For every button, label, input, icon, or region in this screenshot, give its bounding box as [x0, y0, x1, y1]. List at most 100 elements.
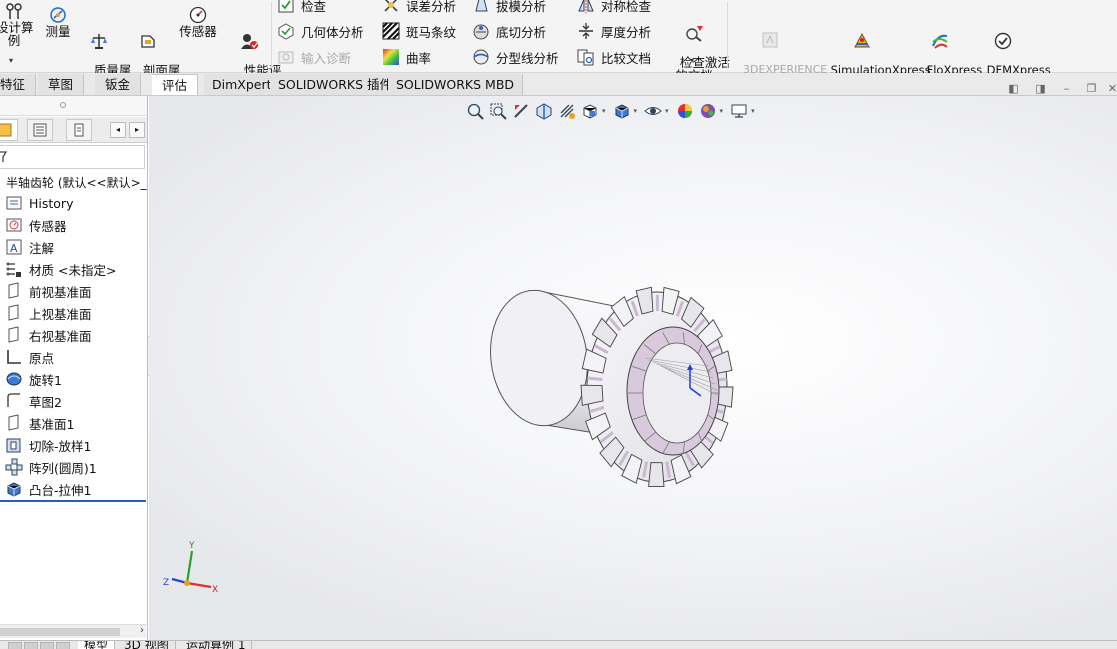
feature-tree-item[interactable]: 材质 <未指定> — [5, 258, 116, 280]
sensor-button[interactable]: 传感器 — [176, 6, 220, 38]
feature-tree-item[interactable]: History — [5, 192, 73, 214]
configuration-manager-tab[interactable] — [66, 119, 92, 141]
plane-icon — [8, 414, 19, 431]
feature-tree-item[interactable]: A 注解 — [5, 236, 54, 258]
bottom-tab-model[interactable]: 模型 — [78, 641, 116, 649]
curvature-icon — [383, 49, 399, 65]
plane-icon — [8, 326, 19, 343]
horizontal-scrollbar[interactable]: › — [0, 624, 146, 638]
parting-line-analysis-icon — [473, 49, 489, 65]
zebra-stripes-button[interactable]: 斑马条纹 — [382, 20, 456, 42]
feature-tree-item-label: 前视基准面 — [29, 284, 92, 300]
symmetry-check-button[interactable]: 对称检查 — [577, 0, 651, 16]
deviation-analysis-icon — [384, 0, 398, 12]
feature-tree-item[interactable]: 草图2 — [5, 390, 62, 412]
gear-part-model[interactable]: Y X Z — [149, 96, 1117, 640]
triad-x-label: X — [212, 585, 218, 595]
deviation-analysis-button[interactable]: 误差分析 — [382, 0, 456, 16]
curvature-label: 曲率 — [406, 50, 432, 66]
property-manager-tab[interactable] — [27, 119, 53, 141]
feature-tree-item-label: 注解 — [29, 240, 55, 256]
minimize-icon[interactable]: – — [1060, 82, 1073, 95]
geometry-analysis-button[interactable]: 几何体分析 — [277, 20, 364, 42]
feature-tree-item[interactable]: 右视基准面 — [5, 324, 92, 346]
undercut-analysis-button[interactable]: 底切分析 — [472, 20, 546, 42]
tab-sheet-metal[interactable]: 钣金 — [95, 74, 142, 95]
draft-analysis-button[interactable]: 拔模分析 — [472, 0, 546, 16]
circular-pattern-icon — [5, 458, 23, 476]
feature-tree-item[interactable]: 凸台-拉伸1 — [5, 478, 91, 500]
tab-evaluate[interactable]: 评估 — [152, 74, 199, 95]
feature-filter-input[interactable] — [0, 145, 145, 169]
check-activate-doc-icon — [686, 26, 703, 42]
rollback-bar[interactable] — [0, 500, 146, 502]
feature-tree-item-label: 材质 <未指定> — [29, 262, 117, 278]
check-button[interactable]: 检查 — [277, 0, 326, 16]
feature-tree-item-label: 原点 — [29, 350, 55, 366]
restore-icon[interactable]: ❐ — [1085, 82, 1098, 95]
measure-button[interactable]: 测量 — [40, 6, 76, 38]
feature-tree-item[interactable]: 基准面1 — [5, 412, 74, 434]
graphics-viewport[interactable]: ▾ ▾ ▾ ▾ ▾ Y X Z — [149, 96, 1117, 640]
design-calc-label: 设计算 例 — [0, 20, 34, 48]
feature-tree-item-label: 传感器 — [29, 218, 67, 234]
simulationxpress-icon — [854, 32, 870, 48]
boss-extrude-icon — [7, 482, 21, 497]
tab-solidworks-addins[interactable]: SOLIDWORKS 插件 — [270, 74, 402, 95]
cut-loft-icon — [6, 438, 21, 453]
tile-right-icon[interactable]: ◨ — [1034, 82, 1047, 95]
bottom-tab-motion-study[interactable]: 运动算例 1 — [180, 641, 253, 649]
part-root-node[interactable]: 半轴齿轮 (默认<<默认>_ — [6, 174, 147, 191]
plane-icon — [8, 282, 19, 299]
parting-line-analysis-button[interactable]: 分型线分析 — [472, 46, 559, 68]
section-props-icon — [141, 35, 155, 48]
undercut-analysis-label: 底切分析 — [496, 24, 547, 40]
feature-tree-item[interactable]: 阵列(圆周)1 — [5, 456, 97, 478]
thickness-analysis-button[interactable]: 厚度分析 — [577, 20, 651, 42]
tab-features[interactable]: 特征 — [0, 74, 37, 95]
history-icon — [6, 196, 22, 210]
property-manager-icon — [33, 123, 47, 137]
view-triad[interactable]: Y X Z — [163, 541, 218, 595]
first-tab-nav-icon[interactable] — [8, 642, 22, 649]
sensor-icon — [189, 6, 207, 24]
bottom-tab-3d-views[interactable]: 3D 视图 — [118, 641, 176, 649]
annotation-icon: A — [6, 239, 22, 255]
bottom-tab-bar: 模型 3D 视图 运动算例 1 — [0, 640, 1117, 649]
feature-tree-item[interactable]: 传感器 — [5, 214, 67, 236]
floxpress-icon — [932, 34, 948, 49]
tab-scroll-right-icon[interactable]: ▸ — [129, 122, 145, 138]
tab-solidworks-mbd[interactable]: SOLIDWORKS MBD — [388, 74, 524, 95]
next-tab-nav-icon[interactable] — [40, 642, 54, 649]
import-diagnosis-button[interactable]: 输入诊断 — [277, 46, 351, 68]
parting-line-analysis-label: 分型线分析 — [496, 50, 559, 66]
design-calc-button[interactable]: 设计算 例 — [0, 2, 34, 48]
tile-left-icon[interactable]: ◧ — [1007, 82, 1020, 95]
feature-tree-item[interactable]: 前视基准面 — [5, 280, 92, 302]
prev-tab-nav-icon[interactable] — [24, 642, 38, 649]
check-activate-dropdown-icon[interactable]: ▾ — [690, 56, 694, 65]
feature-tree-item[interactable]: 切除-放样1 — [5, 434, 91, 456]
deviation-analysis-label: 误差分析 — [406, 0, 457, 14]
tab-scroll-left-icon[interactable]: ◂ — [110, 122, 126, 138]
feature-tree-item[interactable]: 原点 — [5, 346, 54, 368]
feature-tree-item-label: History — [29, 195, 74, 211]
symmetry-check-label: 对称检查 — [601, 0, 652, 14]
close-icon[interactable]: ✕ — [1106, 82, 1117, 95]
feature-tree-item[interactable]: 上视基准面 — [5, 302, 92, 324]
sensor-icon — [6, 218, 22, 232]
tab-sketch[interactable]: 草图 — [38, 74, 85, 95]
thickness-analysis-label: 厚度分析 — [601, 24, 652, 40]
triad-z-label: Z — [163, 578, 169, 588]
svg-text:A: A — [10, 242, 18, 255]
feature-tree-item-label: 上视基准面 — [29, 306, 92, 322]
design-calc-dropdown-icon[interactable]: ▾ — [9, 56, 13, 65]
compare-docs-button[interactable]: 比较文档 — [577, 46, 651, 68]
perf-eval-icon — [241, 34, 258, 49]
last-tab-nav-icon[interactable] — [56, 642, 70, 649]
curvature-button[interactable]: 曲率 — [382, 46, 431, 68]
feature-tree-tab[interactable] — [0, 119, 18, 141]
feature-tree-item[interactable]: 旋转1 — [5, 368, 62, 390]
check-label: 检查 — [301, 0, 327, 14]
panel-collapse-handle[interactable] — [0, 96, 147, 116]
